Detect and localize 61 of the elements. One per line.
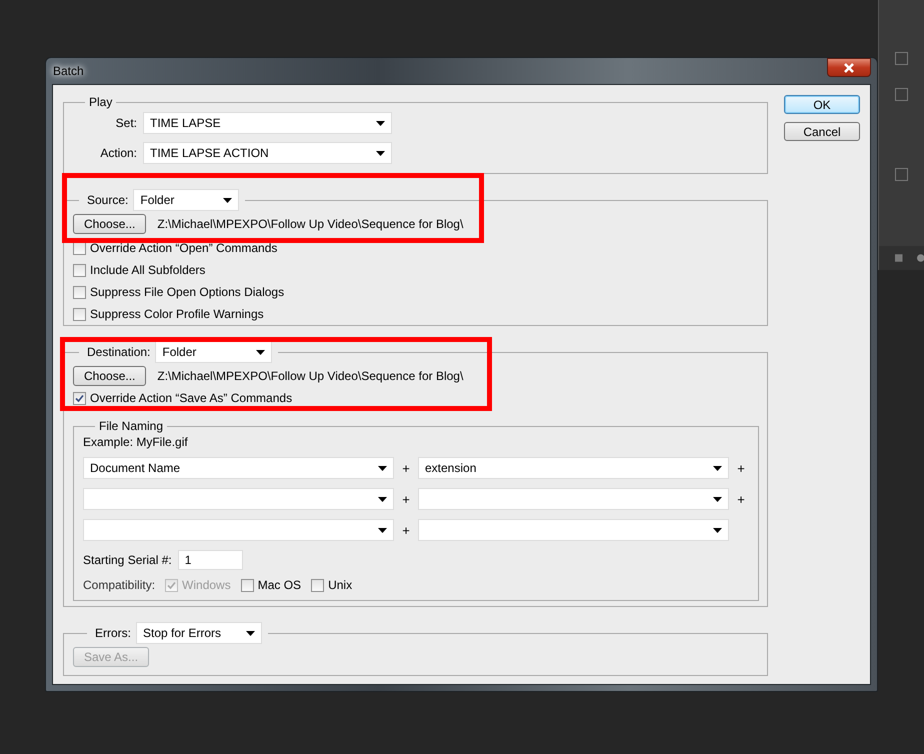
destination-dropdown[interactable]: Folder [155, 341, 272, 363]
naming-dropdown[interactable]: Document Name [83, 457, 394, 479]
choose-button[interactable]: Choose... [73, 366, 146, 386]
checkmark-icon [75, 394, 84, 402]
dialog-button[interactable]: Cancel [784, 122, 860, 141]
plus-sign: + [736, 492, 746, 506]
checkbox[interactable]: Unix [311, 578, 352, 592]
caret-icon [256, 350, 266, 354]
checkbox[interactable]: Suppress Color Profile Warnings [73, 307, 264, 321]
caret-icon [713, 466, 722, 470]
field-label: Destination: [87, 345, 150, 359]
caret-icon [376, 120, 385, 126]
checkmark-icon [167, 580, 176, 590]
close-button[interactable] [827, 58, 871, 77]
group-title: File Naming [98, 419, 164, 433]
checkbox[interactable]: Override Action “Open” Commands [73, 241, 278, 255]
folder-path: Z:\Michael\MPEXPO\Follow Up Video\Sequence for Blog\ [157, 369, 464, 383]
checkbox[interactable]: Include All Subfolders [73, 263, 206, 277]
plus-sign: + [736, 460, 746, 476]
group-title: Play [88, 95, 114, 109]
set-dropdown[interactable]: TIME LAPSE [143, 112, 392, 134]
serial-input[interactable]: 1 [178, 550, 243, 570]
close-icon [843, 62, 855, 72]
naming-dropdown[interactable] [418, 488, 729, 510]
example-text: Example: MyFile.gif [83, 435, 188, 449]
plus-sign: + [401, 522, 411, 538]
source-dropdown[interactable]: Folder [133, 189, 240, 211]
checkbox[interactable]: Override Action “Save As” Commands [73, 391, 292, 405]
square-icon[interactable] [895, 88, 908, 101]
circle-icon[interactable] [916, 253, 924, 263]
caret-icon [378, 528, 387, 532]
field-label: Set: [114, 116, 137, 130]
window-title: Batch [52, 64, 84, 78]
field-label: Source: [87, 193, 128, 207]
checkbox[interactable]: Suppress File Open Options Dialogs [73, 285, 284, 299]
action-dropdown[interactable]: TIME LAPSE ACTION [143, 142, 392, 164]
folder-path: Z:\Michael\MPEXPO\Follow Up Video\Sequence for Blog\ [157, 217, 464, 231]
field-label: Errors: [95, 626, 131, 640]
caret-icon [713, 528, 722, 532]
caret-icon [378, 466, 387, 470]
caret-icon [376, 150, 385, 156]
naming-dropdown[interactable] [83, 519, 394, 541]
square-icon[interactable] [895, 168, 908, 181]
square-icon[interactable] [895, 253, 902, 263]
square-icon[interactable] [895, 52, 908, 65]
caret-icon [223, 198, 232, 202]
naming-dropdown[interactable]: extension [418, 457, 729, 479]
plus-sign: + [401, 492, 411, 506]
caret-icon [378, 496, 387, 502]
naming-dropdown[interactable] [83, 488, 394, 510]
caret-icon [246, 630, 255, 636]
naming-dropdown[interactable] [418, 519, 729, 541]
errors-dropdown[interactable]: Stop for Errors [136, 622, 262, 644]
caret-icon [713, 496, 722, 502]
checkbox[interactable]: Mac OS [240, 578, 302, 592]
choose-button[interactable]: Choose... [73, 214, 146, 234]
field-label: Starting Serial #: [83, 553, 172, 567]
field-label: Action: [99, 146, 137, 160]
plus-sign: + [401, 460, 411, 476]
dialog-button[interactable]: OK [784, 95, 860, 114]
field-label: Compatibility: [83, 578, 156, 592]
